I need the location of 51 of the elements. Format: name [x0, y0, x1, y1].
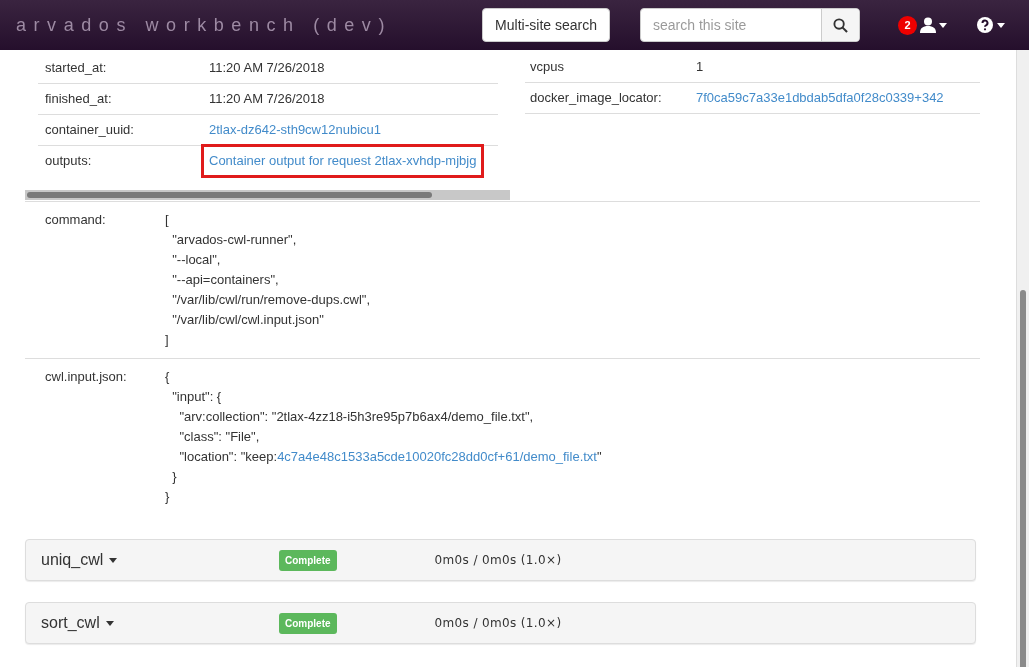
field-label: docker_image_locator: — [529, 89, 663, 108]
collection-link[interactable]: 4c7a4e48c1533a5cde10020fc28dd0cf+61/demo_file.txt — [277, 449, 597, 464]
code-text: "--api=containers", — [171, 272, 279, 287]
field-value: 1 — [696, 58, 704, 77]
code-text: "class": "File", — [178, 429, 260, 444]
field-label: vcpus — [529, 58, 565, 77]
step-timing: 0m0s / 0m0s (1.0×) — [434, 552, 562, 569]
status-label: Complete — [279, 612, 337, 634]
code-text: { — [165, 369, 170, 384]
code-text: } — [171, 469, 177, 484]
code-text: [ — [165, 212, 169, 227]
field-label: outputs: — [44, 152, 93, 171]
multi-site-search-button[interactable]: Multi-site search — [482, 8, 610, 42]
code-text: "/var/lib/cwl/run/remove-dups.cwl", — [171, 292, 370, 307]
help-icon[interactable] — [977, 17, 993, 33]
code-text: "--local", — [171, 252, 221, 267]
step-timing: 0m0s / 0m0s (1.0×) — [434, 615, 562, 632]
field-value: 11:20 AM 7/26/2018 — [209, 58, 325, 77]
field-label: started_at: — [44, 58, 108, 77]
field-label: container_uuid: — [44, 121, 135, 140]
search-input[interactable]: search this site — [641, 9, 821, 41]
code-text: "arvados-cwl-runner", — [171, 232, 297, 247]
code-text: "location": "keep: — [178, 449, 278, 464]
caret-icon — [939, 22, 947, 28]
field-value: 11:20 AM 7/26/2018 — [209, 90, 325, 109]
code-text: "/var/lib/cwl/cwl.input.json" — [171, 312, 324, 327]
docker-image-link[interactable]: 7f0ca59c7a33e1dbdab5dfa0f28c0339+342 — [696, 88, 944, 108]
step-name[interactable]: uniq_cwl — [26, 548, 279, 572]
step-panel[interactable]: uniq_cwl Complete 0m0s / 0m0s (1.0×) — [25, 539, 976, 581]
code-text: "input": { — [171, 389, 222, 404]
code-text: "arv:collection": "2tlax-4zz18-i5h3re95p7b6ax4/demo_file.txt", — [178, 409, 534, 424]
caret-icon — [105, 620, 114, 626]
code-text: ] — [165, 332, 169, 347]
field-label: command: — [44, 211, 107, 229]
brand-title[interactable]: arvados workbench (dev) — [16, 11, 392, 39]
search-icon — [833, 17, 848, 33]
notification-count: 2 — [898, 15, 917, 35]
step-panel[interactable]: sort_cwl Complete 0m0s / 0m0s (1.0×) — [25, 602, 976, 644]
step-name[interactable]: sort_cwl — [26, 611, 279, 635]
status-label: Complete — [279, 549, 337, 571]
uuid-link[interactable]: 2tlax-dz642-sth9cw12nubicu1 — [209, 120, 381, 140]
user-icon[interactable] — [920, 17, 936, 33]
code-text: } — [165, 489, 170, 504]
caret-icon — [109, 557, 118, 563]
field-label: finished_at: — [44, 90, 113, 109]
highlighted-output-link[interactable]: Container output for request 2tlax-xvhdp-mjbjg — [201, 144, 485, 178]
code-text: " — [596, 449, 602, 464]
field-label: cwl.input.json: — [44, 368, 128, 386]
search-button[interactable] — [821, 9, 859, 41]
search-field[interactable]: search this site — [640, 8, 860, 42]
caret-icon — [997, 22, 1005, 28]
